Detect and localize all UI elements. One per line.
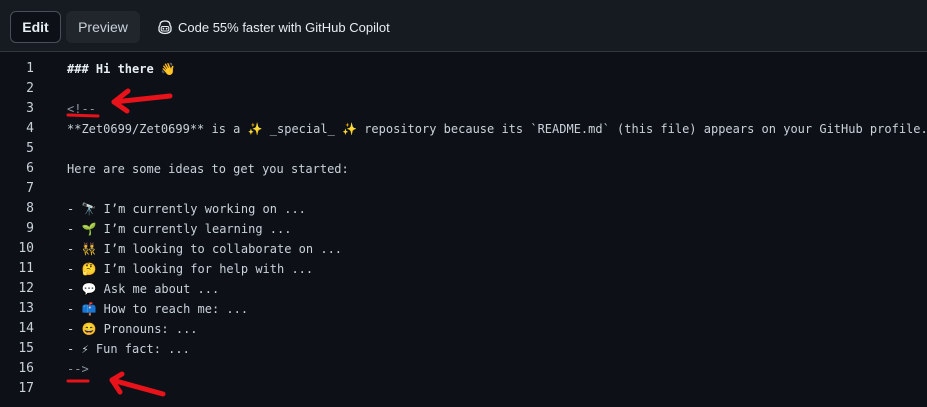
code-line: 7	[0, 179, 927, 199]
code-editor[interactable]: 1 ### Hi there 👋 2 3 <!-- 4 **Zet0699/Ze…	[0, 52, 927, 407]
code-line: 12 - 💬 Ask me about ...	[0, 279, 927, 299]
line-text[interactable]: - 🌱 I’m currently learning ...	[67, 219, 291, 239]
line-text[interactable]: - 👯 I’m looking to collaborate on ...	[67, 239, 342, 259]
line-text[interactable]: - 🔭 I’m currently working on ...	[67, 199, 306, 219]
line-text[interactable]: - 😄 Pronouns: ...	[67, 319, 198, 339]
line-number: 13	[18, 301, 34, 316]
line-number: 4	[26, 121, 34, 136]
line-number: 1	[26, 61, 34, 76]
line-text[interactable]: - 💬 Ask me about ...	[67, 279, 219, 299]
copilot-promo-text: Code 55% faster with GitHub Copilot	[178, 19, 390, 35]
line-number: 10	[18, 241, 34, 256]
line-text[interactable]: - ⚡ Fun fact: ...	[67, 339, 190, 359]
line-text[interactable]: Here are some ideas to get you started:	[67, 159, 349, 179]
line-number: 12	[18, 281, 34, 296]
code-line: 3 <!--	[0, 99, 927, 119]
code-line: 10 - 👯 I’m looking to collaborate on ...	[0, 239, 927, 259]
code-line: 4 **Zet0699/Zet0699** is a ✨ _special_ ✨…	[0, 119, 927, 139]
code-line: 9 - 🌱 I’m currently learning ...	[0, 219, 927, 239]
line-number: 6	[26, 161, 34, 176]
code-line: 6 Here are some ideas to get you started…	[0, 159, 927, 179]
line-number: 3	[26, 101, 34, 116]
line-number: 7	[26, 181, 34, 196]
line-number: 2	[26, 81, 34, 96]
code-line: 15 - ⚡ Fun fact: ...	[0, 339, 927, 359]
tab-preview[interactable]: Preview	[66, 11, 140, 43]
line-text[interactable]: **Zet0699/Zet0699** is a ✨ _special_ ✨ r…	[67, 119, 927, 139]
code-line: 11 - 🤔 I’m looking for help with ...	[0, 259, 927, 279]
line-number: 8	[26, 201, 34, 216]
line-number: 16	[18, 361, 34, 376]
line-text[interactable]: <!--	[67, 99, 96, 119]
code-line: 5	[0, 139, 927, 159]
line-number: 14	[18, 321, 34, 336]
copilot-icon	[158, 20, 172, 35]
tab-edit[interactable]: Edit	[10, 11, 61, 43]
copilot-promo[interactable]: Code 55% faster with GitHub Copilot	[157, 17, 390, 37]
code-line: 8 - 🔭 I’m currently working on ...	[0, 199, 927, 219]
line-number: 11	[18, 261, 34, 276]
line-text[interactable]: - 🤔 I’m looking for help with ...	[67, 259, 313, 279]
code-line: 1 ### Hi there 👋	[0, 59, 927, 79]
code-line: 13 - 📫 How to reach me: ...	[0, 299, 927, 319]
code-line: 14 - 😄 Pronouns: ...	[0, 319, 927, 339]
line-number: 5	[26, 141, 34, 156]
line-text[interactable]: - 📫 How to reach me: ...	[67, 299, 248, 319]
line-number: 15	[18, 341, 34, 356]
code-line: 2	[0, 79, 927, 99]
editor-toolbar: Edit Preview Code 55% faster with GitHub…	[0, 0, 927, 52]
line-number: 17	[18, 381, 34, 396]
line-number: 9	[26, 221, 34, 236]
code-line: 17	[0, 379, 927, 399]
line-text[interactable]: -->	[67, 359, 89, 379]
line-text[interactable]: ### Hi there 👋	[67, 59, 176, 79]
code-line: 16 -->	[0, 359, 927, 379]
